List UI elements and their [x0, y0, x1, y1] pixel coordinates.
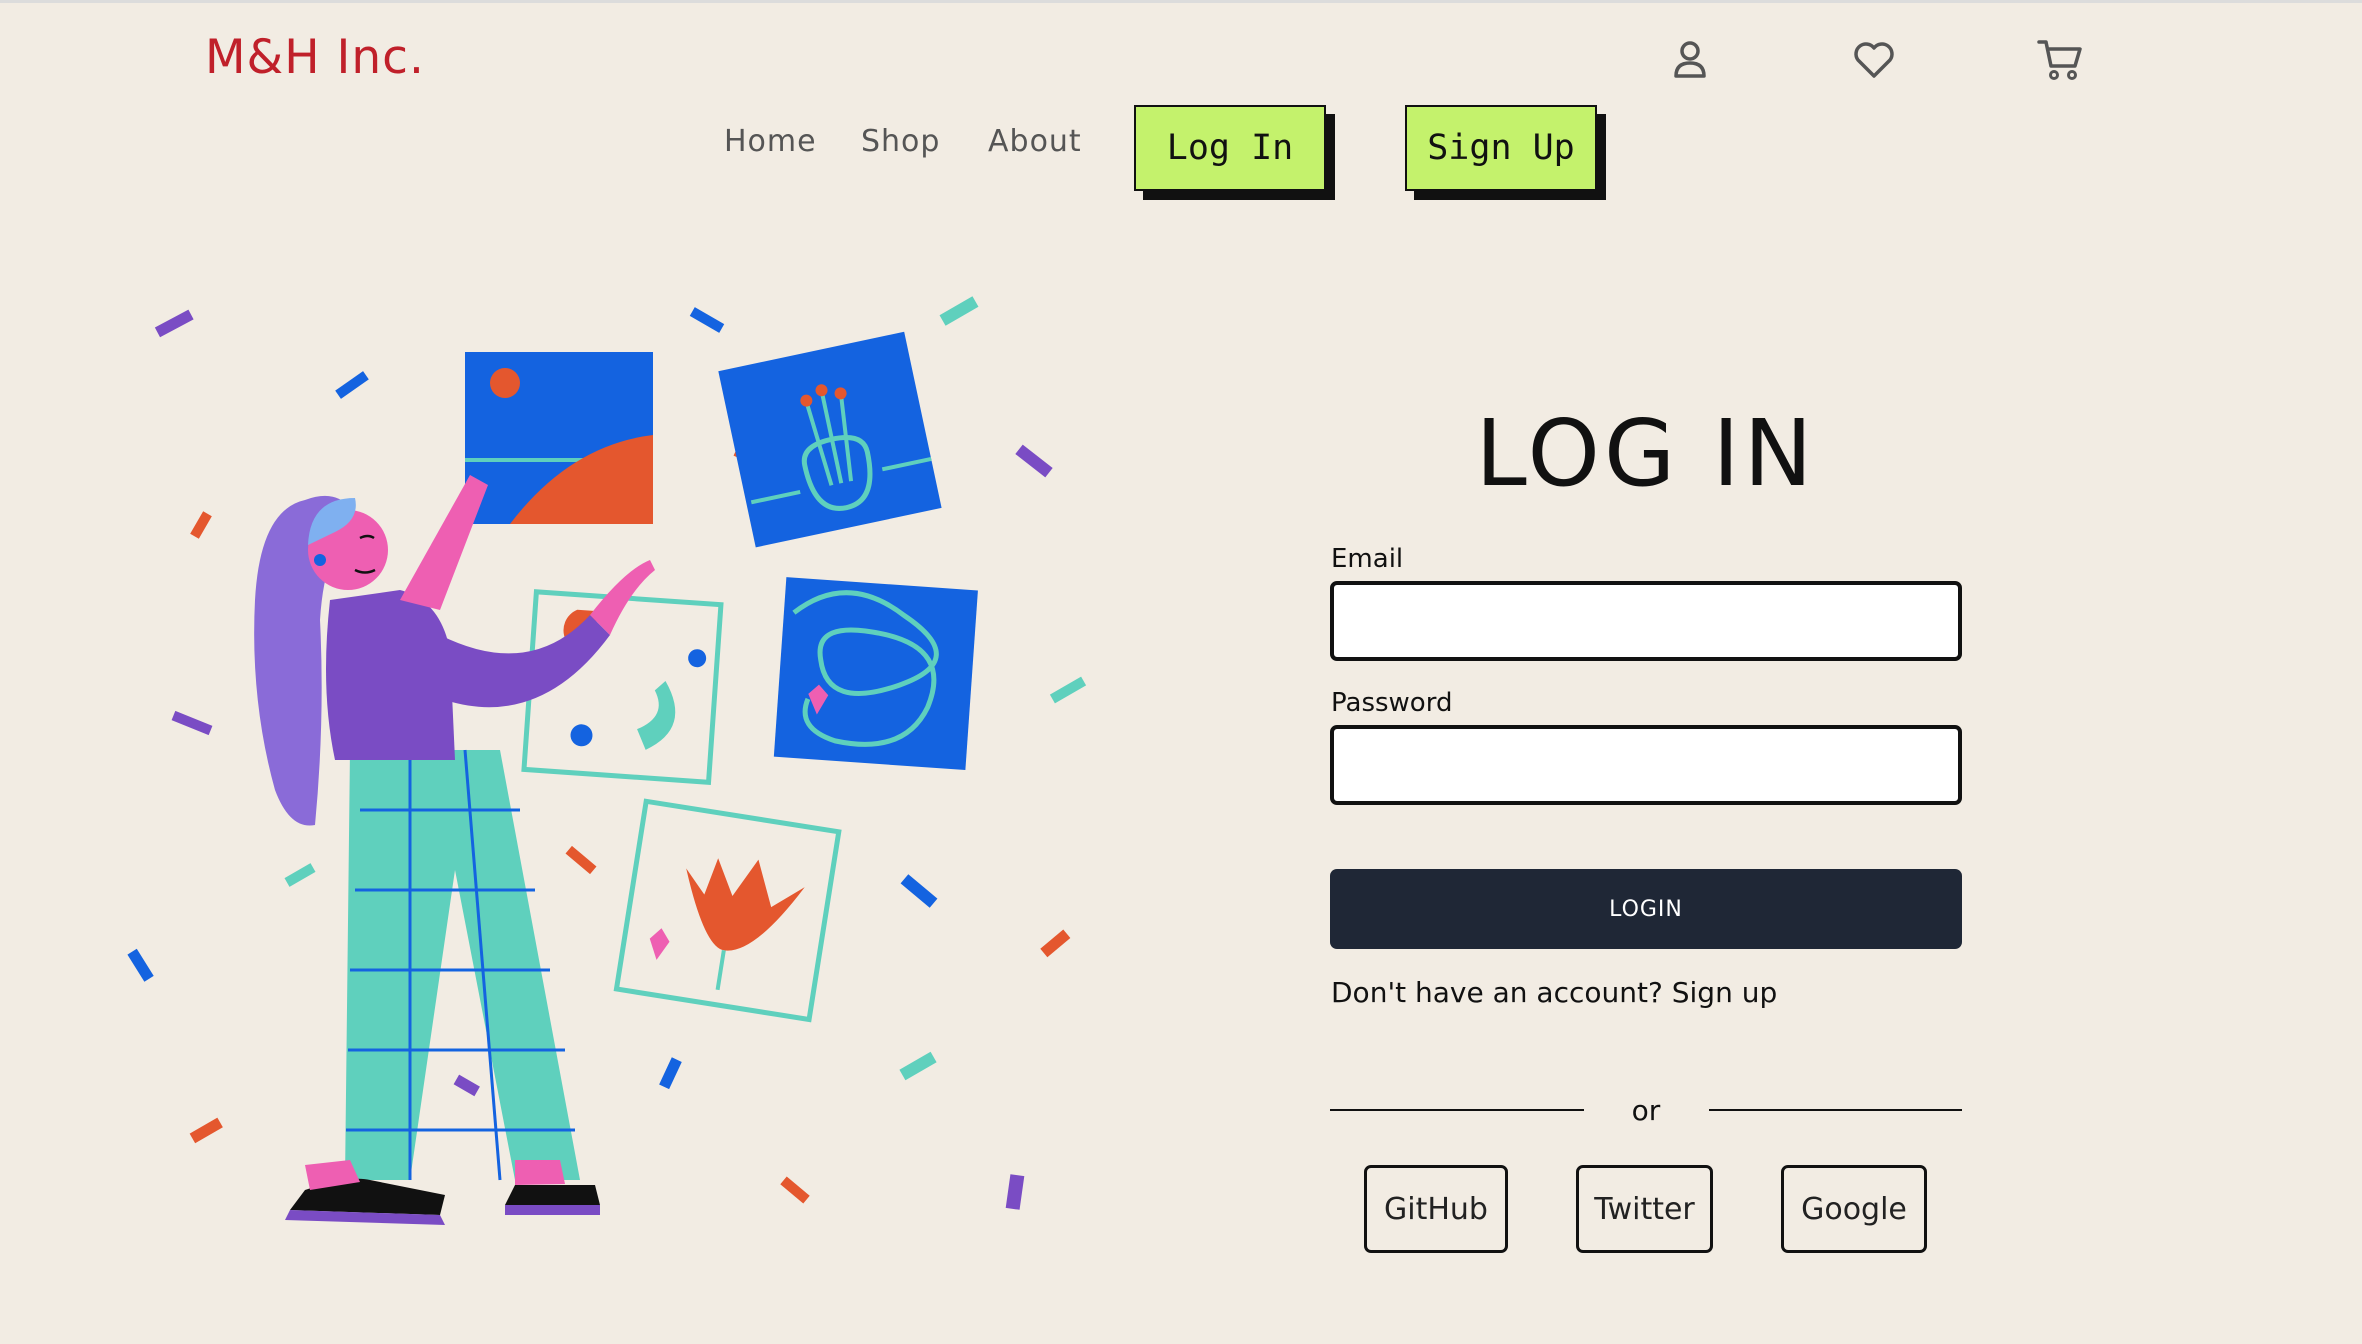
cart-icon[interactable] [2035, 34, 2087, 86]
art-frame-vase [718, 331, 942, 548]
signup-prompt: Don't have an account? Sign up [1331, 976, 1777, 1009]
login-submit-button[interactable]: LOGIN [1330, 869, 1962, 949]
brand-logo[interactable]: M&H Inc. [205, 30, 425, 85]
password-label: Password [1331, 688, 1453, 718]
nav-shop[interactable]: Shop [861, 124, 940, 159]
signup-link[interactable]: Sign up [1672, 976, 1778, 1009]
email-field[interactable] [1330, 581, 1962, 661]
woman-figure [254, 475, 655, 1225]
twitter-button[interactable]: Twitter [1576, 1165, 1713, 1253]
email-label: Email [1331, 544, 1404, 574]
heart-icon[interactable] [1848, 34, 1900, 86]
user-icon[interactable] [1664, 34, 1716, 86]
art-frame-squiggle [773, 577, 978, 771]
divider-left [1330, 1109, 1584, 1111]
art-frame-flower [613, 798, 842, 1023]
login-nav-button[interactable]: Log In [1134, 105, 1326, 191]
hero-illustration [127, 296, 1087, 1225]
google-button[interactable]: Google [1781, 1165, 1927, 1253]
or-separator: or [1631, 1094, 1661, 1127]
page-title: LOG IN [1475, 400, 1817, 507]
signup-nav-button[interactable]: Sign Up [1405, 105, 1597, 191]
divider-right [1709, 1109, 1962, 1111]
art-frame-landscape [465, 352, 653, 524]
top-border [0, 0, 2362, 3]
password-field[interactable] [1330, 725, 1962, 805]
nav-home[interactable]: Home [724, 124, 817, 159]
nav-about[interactable]: About [988, 124, 1082, 159]
github-button[interactable]: GitHub [1364, 1165, 1508, 1253]
signup-prompt-text: Don't have an account? [1331, 976, 1663, 1009]
